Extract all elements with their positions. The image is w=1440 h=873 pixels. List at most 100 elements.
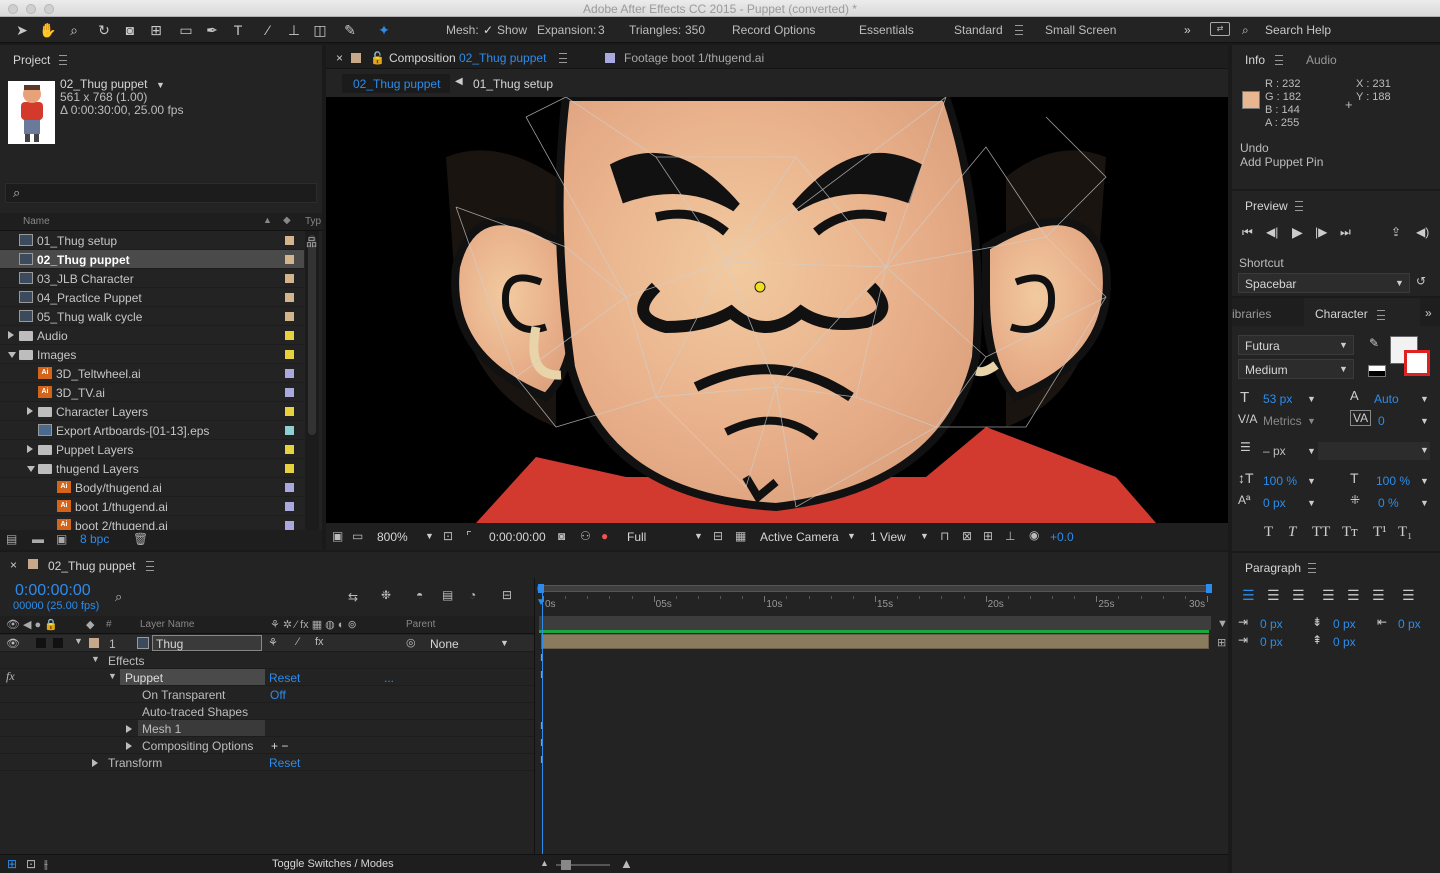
puppet-pin-tool-icon[interactable]: ✦ xyxy=(374,20,394,40)
resolution-dropdown-icon[interactable]: ▼ xyxy=(694,531,703,541)
transfer-controls-pane-icon[interactable]: ⊡ xyxy=(26,857,36,871)
more-workspaces-icon[interactable]: » xyxy=(1184,23,1191,37)
horizontal-scale-dropdown-icon[interactable]: ▼ xyxy=(1420,476,1429,486)
folder-expanded-icon[interactable] xyxy=(27,466,35,472)
selected-item-name[interactable]: 02_Thug puppet xyxy=(60,77,147,91)
mute-audio-icon[interactable]: ◀) xyxy=(1416,225,1429,239)
layer-name-column-header[interactable]: Layer Name xyxy=(140,619,194,630)
on-transparent-row[interactable]: On Transparent Off xyxy=(0,686,534,703)
type-tool-icon[interactable]: T xyxy=(228,20,248,40)
breadcrumb-parent[interactable]: 01_Thug setup xyxy=(473,77,553,91)
project-item-label-color[interactable] xyxy=(285,483,294,492)
project-item-label-color[interactable] xyxy=(285,236,294,245)
new-composition-icon[interactable]: ▣ xyxy=(56,532,67,546)
layer-fx-switch-icon[interactable]: fx xyxy=(315,636,324,648)
last-frame-icon[interactable]: ⏭ xyxy=(1340,225,1351,240)
project-scrollbar[interactable] xyxy=(305,231,319,530)
subscript-icon[interactable]: T₁ xyxy=(1398,524,1412,541)
frame-blending-icon[interactable]: ▤ xyxy=(442,588,453,602)
layer-quality-switch-icon[interactable]: ⁄ xyxy=(297,636,299,648)
shy-layers-icon[interactable]: ◓ xyxy=(416,588,423,602)
zoom-out-time-icon[interactable]: ▲ xyxy=(540,858,549,868)
kerning-dropdown-icon[interactable]: ▼ xyxy=(1307,416,1316,426)
play-icon[interactable]: ▶ xyxy=(1292,224,1303,241)
composition-tab-name[interactable]: 02_Thug puppet xyxy=(459,51,546,65)
tsume-dropdown-icon[interactable]: ▼ xyxy=(1420,498,1429,508)
current-time-indicator-head-icon[interactable]: ▼ xyxy=(536,597,546,608)
timeline-current-time[interactable]: 0:00:00:00 xyxy=(15,582,91,600)
color-channels-icon[interactable]: ● xyxy=(601,529,608,543)
in-out-pane-icon[interactable]: ⫲ xyxy=(44,857,48,872)
monitor-icon[interactable]: ▭ xyxy=(352,529,363,543)
transform-row[interactable]: Transform Reset xyxy=(0,754,534,771)
project-item[interactable]: Ai 3D_Teltwheel.ai xyxy=(0,364,304,383)
baseline-shift-value[interactable]: 0 px xyxy=(1263,496,1286,510)
compositing-add-remove-buttons[interactable]: + − xyxy=(271,739,288,753)
composition-menu-icon[interactable] xyxy=(559,53,567,63)
vertical-scale-value[interactable]: 100 % xyxy=(1263,474,1297,488)
mesh1-row[interactable]: Mesh 1 xyxy=(0,720,534,737)
pan-behind-tool-icon[interactable]: ⊞ xyxy=(146,20,166,40)
type-column-header[interactable]: Typ xyxy=(305,216,321,227)
effect-fx-icon[interactable]: fx xyxy=(6,669,15,684)
layer-comp-button-icon[interactable]: ⊞ xyxy=(1217,636,1226,649)
layer-twirl-icon[interactable]: ▼ xyxy=(74,636,83,646)
project-item-label-color[interactable] xyxy=(285,331,294,340)
rectangle-tool-icon[interactable]: ▭ xyxy=(176,20,196,40)
work-area-end-handle[interactable] xyxy=(1206,584,1212,593)
project-item[interactable]: Ai boot 1/thugend.ai xyxy=(0,497,304,516)
next-frame-icon[interactable]: |▶ xyxy=(1315,225,1327,239)
eraser-tool-icon[interactable]: ◫ xyxy=(310,20,330,40)
graph-editor-icon[interactable]: ⊟ xyxy=(502,588,512,602)
puppet-effect-row[interactable]: fx ▼ Puppet Reset ... xyxy=(0,669,534,686)
puppet-options-button[interactable]: ... xyxy=(384,671,394,685)
puppet-reset-button[interactable]: Reset xyxy=(269,671,300,685)
label-column-icon[interactable]: ◆ xyxy=(283,215,291,226)
layer-solo-switch[interactable] xyxy=(36,638,46,648)
space-after-value[interactable]: 0 px xyxy=(1333,635,1356,649)
search-help-input[interactable]: Search Help xyxy=(1265,23,1331,37)
character-tab[interactable]: Character xyxy=(1315,307,1368,321)
show-mesh-label[interactable]: Show xyxy=(497,23,527,37)
sync-settings-icon[interactable]: ⇄ xyxy=(1210,22,1230,36)
project-item-label-color[interactable] xyxy=(285,426,294,435)
layer-visibility-icon[interactable]: 👁 xyxy=(6,637,20,650)
transparency-grid-icon[interactable]: ▦ xyxy=(735,529,746,543)
workspace-essentials[interactable]: Essentials xyxy=(859,23,914,37)
workspace-standard[interactable]: Standard xyxy=(954,23,1003,37)
stroke-width-dropdown-icon[interactable]: ▼ xyxy=(1307,446,1316,456)
snapshot-icon[interactable]: ◙ xyxy=(558,529,565,543)
timeline-icon[interactable]: ⊞ xyxy=(983,529,993,543)
project-item-label-color[interactable] xyxy=(285,521,294,530)
compositing-options-row[interactable]: Compositing Options + − xyxy=(0,737,534,754)
selection-tool-icon[interactable]: ➤ xyxy=(12,20,32,40)
on-transparent-value[interactable]: Off xyxy=(270,688,286,702)
zoom-dropdown-icon[interactable]: ▼ xyxy=(425,531,434,541)
comp-lock-icon[interactable]: 🔓 xyxy=(370,51,385,65)
puppet-effect-label[interactable]: Puppet xyxy=(125,671,163,685)
reset-shortcut-icon[interactable]: ↺ xyxy=(1416,274,1426,288)
superscript-icon[interactable]: T¹ xyxy=(1373,524,1387,541)
project-scrollbar-thumb[interactable] xyxy=(308,235,316,435)
previous-frame-icon[interactable]: ◀| xyxy=(1266,225,1278,239)
libraries-tab[interactable]: ibraries xyxy=(1232,307,1271,321)
project-item[interactable]: Puppet Layers xyxy=(0,440,304,459)
zoom-tool-icon[interactable]: ⌕ xyxy=(64,20,84,40)
project-item-label-color[interactable] xyxy=(285,350,294,359)
brush-tool-icon[interactable]: ⁄ xyxy=(258,20,278,40)
show-checkbox-icon[interactable]: ✓ xyxy=(483,23,493,37)
justify-left-icon[interactable]: ☰ xyxy=(1322,587,1335,604)
project-item-label-color[interactable] xyxy=(285,274,294,283)
project-item-label-color[interactable] xyxy=(285,407,294,416)
mesh1-label[interactable]: Mesh 1 xyxy=(142,722,181,736)
project-item[interactable]: Ai Body/thugend.ai xyxy=(0,478,304,497)
toggle-switches-modes-button[interactable]: Toggle Switches / Modes xyxy=(272,858,394,870)
paragraph-menu-icon[interactable] xyxy=(1308,563,1316,573)
auto-traced-row[interactable]: Auto-traced Shapes xyxy=(0,703,534,720)
folder-collapsed-icon[interactable] xyxy=(27,407,33,415)
folder-expanded-icon[interactable] xyxy=(8,352,16,358)
timeline-menu-icon[interactable] xyxy=(146,561,154,571)
time-ruler[interactable]: 0s 05s 10s 15s 20s 25s 30s xyxy=(535,596,1215,612)
footage-tab[interactable]: Footage boot 1/thugend.ai xyxy=(624,51,764,65)
layer-name-field[interactable]: Thug xyxy=(152,635,262,651)
